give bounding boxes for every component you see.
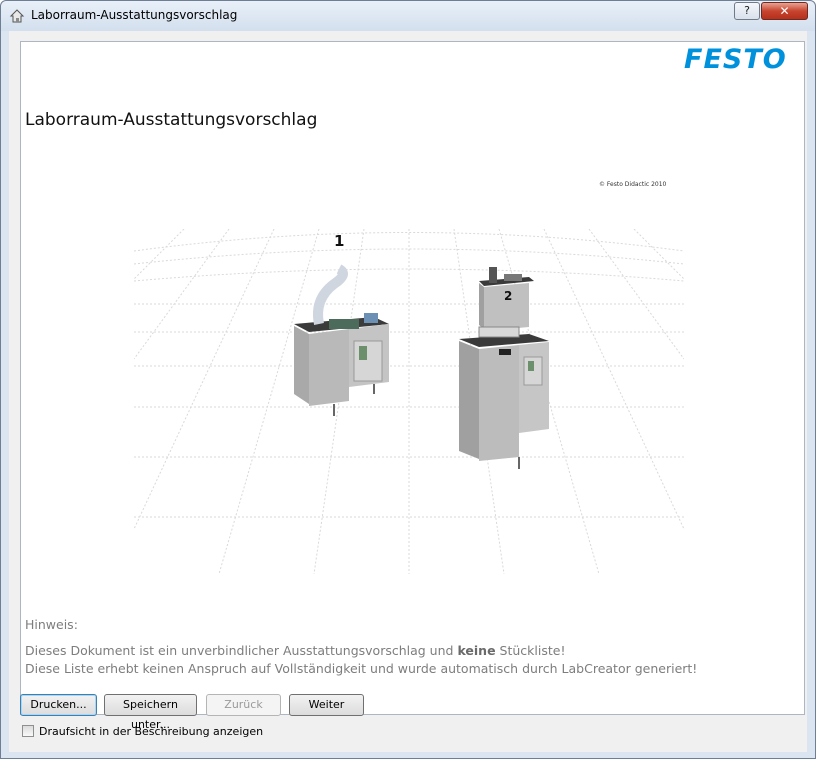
hint-line-1-end: Stückliste!: [495, 643, 566, 658]
document-preview[interactable]: FESTO Laborraum-Ausstattungsvorschlag © …: [20, 41, 805, 715]
save-as-button[interactable]: Speichern unter...: [104, 694, 197, 731]
close-button[interactable]: ✕: [761, 2, 808, 20]
top-view-checkbox-label[interactable]: Draufsicht in der Beschreibung anzeigen: [39, 725, 263, 738]
hint-heading: Hinweis:: [25, 617, 78, 632]
window-title: Laborraum-Ausstattungsvorschlag: [31, 8, 238, 22]
back-button[interactable]: Zurück: [206, 694, 281, 716]
lab-layout-3d-view: 1 2: [134, 229, 684, 574]
station-1-cabinet: 1: [294, 232, 389, 416]
station-1-label: 1: [334, 232, 344, 250]
hint-line-1-start: Dieses Dokument ist ein unverbindlicher …: [25, 643, 458, 658]
help-button[interactable]: ?: [734, 2, 760, 20]
hint-line-1-emphasis: keine: [457, 643, 496, 658]
station-2-cabinet: 2: [459, 267, 549, 469]
print-button[interactable]: Drucken...: [20, 694, 97, 716]
top-view-checkbox[interactable]: [22, 725, 34, 737]
dialog-window: Laborraum-Ausstattungsvorschlag ? ✕ FEST…: [0, 0, 816, 759]
hint-line-2: Diese Liste erhebt keinen Anspruch auf V…: [25, 661, 698, 676]
station-2-label: 2: [504, 289, 512, 303]
title-bar[interactable]: Laborraum-Ausstattungsvorschlag ? ✕: [1, 1, 815, 31]
dialog-body: FESTO Laborraum-Ausstattungsvorschlag © …: [9, 31, 807, 752]
festo-logo: FESTO: [684, 44, 787, 75]
hint-line-1: Dieses Dokument ist ein unverbindlicher …: [25, 642, 697, 660]
copyright-note: © Festo Didactic 2010: [599, 181, 667, 188]
house-icon: [9, 9, 25, 23]
floor-grid: [134, 229, 684, 574]
hint-block: Hinweis: Dieses Dokument ist ein unverbi…: [25, 616, 697, 678]
next-button[interactable]: Weiter: [289, 694, 364, 716]
document-title: Laborraum-Ausstattungsvorschlag: [25, 110, 318, 130]
